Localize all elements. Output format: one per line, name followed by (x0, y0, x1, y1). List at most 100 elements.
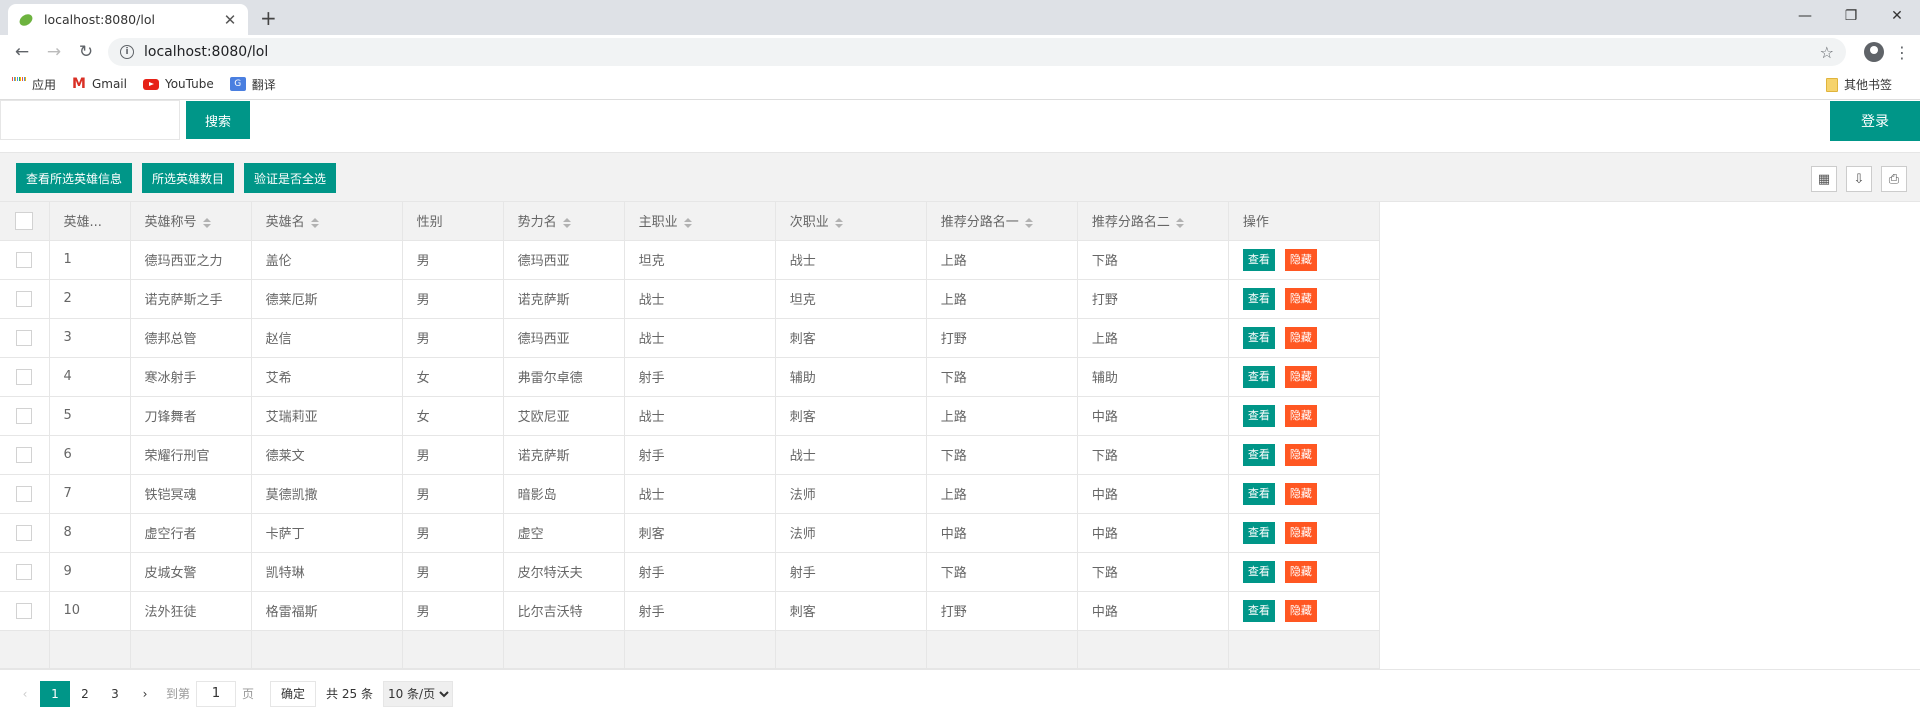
search-input[interactable] (0, 100, 180, 140)
cell-hero-id: 1 (49, 240, 131, 280)
sort-icon[interactable] (834, 217, 843, 228)
goto-confirm-button[interactable]: 确定 (270, 680, 317, 707)
close-window-icon[interactable]: ✕ (1874, 0, 1920, 32)
cell-faction: 诺克萨斯 (503, 435, 625, 475)
view-button[interactable]: 查看 (1242, 560, 1275, 583)
hide-button[interactable]: 隐藏 (1284, 443, 1317, 466)
view-button[interactable]: 查看 (1242, 248, 1275, 271)
bookmark-translate[interactable]: G 翻译 (229, 76, 276, 93)
selected-count-button[interactable]: 所选英雄数目 (142, 163, 235, 193)
view-button[interactable]: 查看 (1242, 482, 1275, 505)
restore-icon[interactable]: ❐ (1828, 0, 1874, 32)
print-icon[interactable]: ⎙ (1881, 166, 1907, 192)
view-button[interactable]: 查看 (1242, 521, 1275, 544)
export-icon[interactable]: ⇩ (1846, 166, 1872, 192)
hide-button[interactable]: 隐藏 (1284, 365, 1317, 388)
bookmark-other[interactable]: 其他书签 (1825, 69, 1892, 100)
header-sub-role[interactable]: 次职业 (775, 202, 927, 241)
cell-gender: 男 (402, 240, 504, 280)
row-checkbox[interactable] (16, 329, 33, 346)
sort-icon[interactable] (202, 217, 211, 228)
hide-button[interactable]: 隐藏 (1284, 560, 1317, 583)
sort-icon[interactable] (683, 217, 692, 228)
close-tab-icon[interactable]: ✕ (222, 11, 238, 29)
header-lane-1[interactable]: 推荐分路名一 (926, 202, 1078, 241)
header-title[interactable]: 英雄称号 (130, 202, 252, 241)
sort-icon[interactable] (310, 217, 319, 228)
view-selected-button[interactable]: 查看所选英雄信息 (16, 163, 133, 193)
back-icon[interactable]: ← (8, 38, 36, 66)
view-button[interactable]: 查看 (1242, 326, 1275, 349)
forward-icon[interactable]: → (40, 38, 68, 66)
hide-button[interactable]: 隐藏 (1284, 599, 1317, 622)
goto-label: 到第 (166, 687, 191, 701)
bookmark-star-icon[interactable]: ☆ (1820, 43, 1834, 62)
hide-button[interactable]: 隐藏 (1284, 521, 1317, 544)
per-page-select[interactable]: 10 条/页 (382, 680, 453, 707)
table-row: 1 德玛西亚之力 盖伦男德玛西亚 坦克 战士 上路 下路 查看 隐藏 (0, 240, 1381, 280)
cell-lane-1: 上路 (926, 396, 1078, 436)
bookmark-youtube[interactable]: YouTube (142, 77, 214, 91)
cell-sub-role: 法师 (775, 474, 927, 514)
sort-icon[interactable] (562, 217, 571, 228)
new-tab-icon[interactable]: + (260, 6, 277, 30)
header-faction[interactable]: 势力名 (503, 202, 625, 241)
window-controls: — ❐ ✕ (1782, 0, 1920, 32)
columns-filter-icon[interactable]: ▦ (1811, 166, 1837, 192)
header-name[interactable]: 英雄名 (251, 202, 403, 241)
url-omnibox[interactable]: i localhost:8080/lol ☆ (108, 38, 1846, 66)
menu-kebab-icon[interactable]: ⋮ (1892, 43, 1912, 62)
view-button[interactable]: 查看 (1242, 404, 1275, 427)
cell-lane-1: 上路 (926, 240, 1078, 280)
hide-button[interactable]: 隐藏 (1284, 482, 1317, 505)
sort-icon[interactable] (1175, 217, 1184, 228)
header-main-role[interactable]: 主职业 (624, 202, 776, 241)
row-checkbox[interactable] (16, 368, 33, 385)
check-all-button[interactable]: 验证是否全选 (244, 163, 337, 193)
browser-tab[interactable]: localhost:8080/lol ✕ (8, 4, 248, 35)
header-lane-2[interactable]: 推荐分路名二 (1077, 202, 1229, 241)
cell-actions: 查看 隐藏 (1228, 357, 1381, 397)
reload-icon[interactable]: ↻ (72, 38, 100, 66)
row-checkbox[interactable] (16, 446, 33, 463)
page-2[interactable]: 2 (70, 681, 100, 707)
row-checkbox[interactable] (16, 524, 33, 541)
folder-icon (1825, 77, 1838, 92)
hide-button[interactable]: 隐藏 (1284, 287, 1317, 310)
hide-button[interactable]: 隐藏 (1284, 248, 1317, 271)
row-checkbox[interactable] (16, 290, 33, 307)
cell-lane-2: 中路 (1077, 396, 1229, 436)
prev-page-icon[interactable]: ‹ (10, 681, 40, 707)
header-actions: 操作 (1228, 202, 1381, 241)
table-row: 9 皮城女警 凯特琳男皮尔特沃夫 射手 射手 下路 下路 查看 隐藏 (0, 552, 1381, 592)
row-checkbox[interactable] (16, 602, 33, 619)
hide-button[interactable]: 隐藏 (1284, 326, 1317, 349)
profile-avatar-icon[interactable] (1864, 42, 1884, 62)
search-button[interactable]: 搜索 (186, 101, 250, 139)
page-number-input[interactable] (196, 680, 237, 707)
header-hero-id[interactable]: 英雄... (49, 202, 131, 241)
cell-name: 赵信 (251, 318, 403, 358)
info-icon[interactable]: i (120, 45, 134, 59)
page-1[interactable]: 1 (40, 680, 70, 707)
view-button[interactable]: 查看 (1242, 443, 1275, 466)
cell-name: 盖伦 (251, 240, 403, 280)
next-page-icon[interactable]: › (130, 681, 160, 707)
bookmark-gmail[interactable]: M Gmail (72, 76, 127, 92)
minimize-icon[interactable]: — (1782, 0, 1828, 32)
view-button[interactable]: 查看 (1242, 365, 1275, 388)
login-button[interactable]: 登录 (1830, 101, 1920, 141)
view-button[interactable]: 查看 (1242, 599, 1275, 622)
cell-title: 寒冰射手 (130, 357, 252, 397)
sort-icon[interactable] (1024, 217, 1033, 228)
row-checkbox[interactable] (16, 563, 33, 580)
row-checkbox[interactable] (16, 407, 33, 424)
bookmark-apps[interactable]: 应用 (12, 76, 56, 93)
cell-hero-id: 7 (49, 474, 131, 514)
view-button[interactable]: 查看 (1242, 287, 1275, 310)
page-3[interactable]: 3 (100, 681, 130, 707)
select-all-checkbox[interactable] (15, 211, 34, 230)
row-checkbox[interactable] (16, 251, 33, 268)
row-checkbox[interactable] (16, 485, 33, 502)
hide-button[interactable]: 隐藏 (1284, 404, 1317, 427)
